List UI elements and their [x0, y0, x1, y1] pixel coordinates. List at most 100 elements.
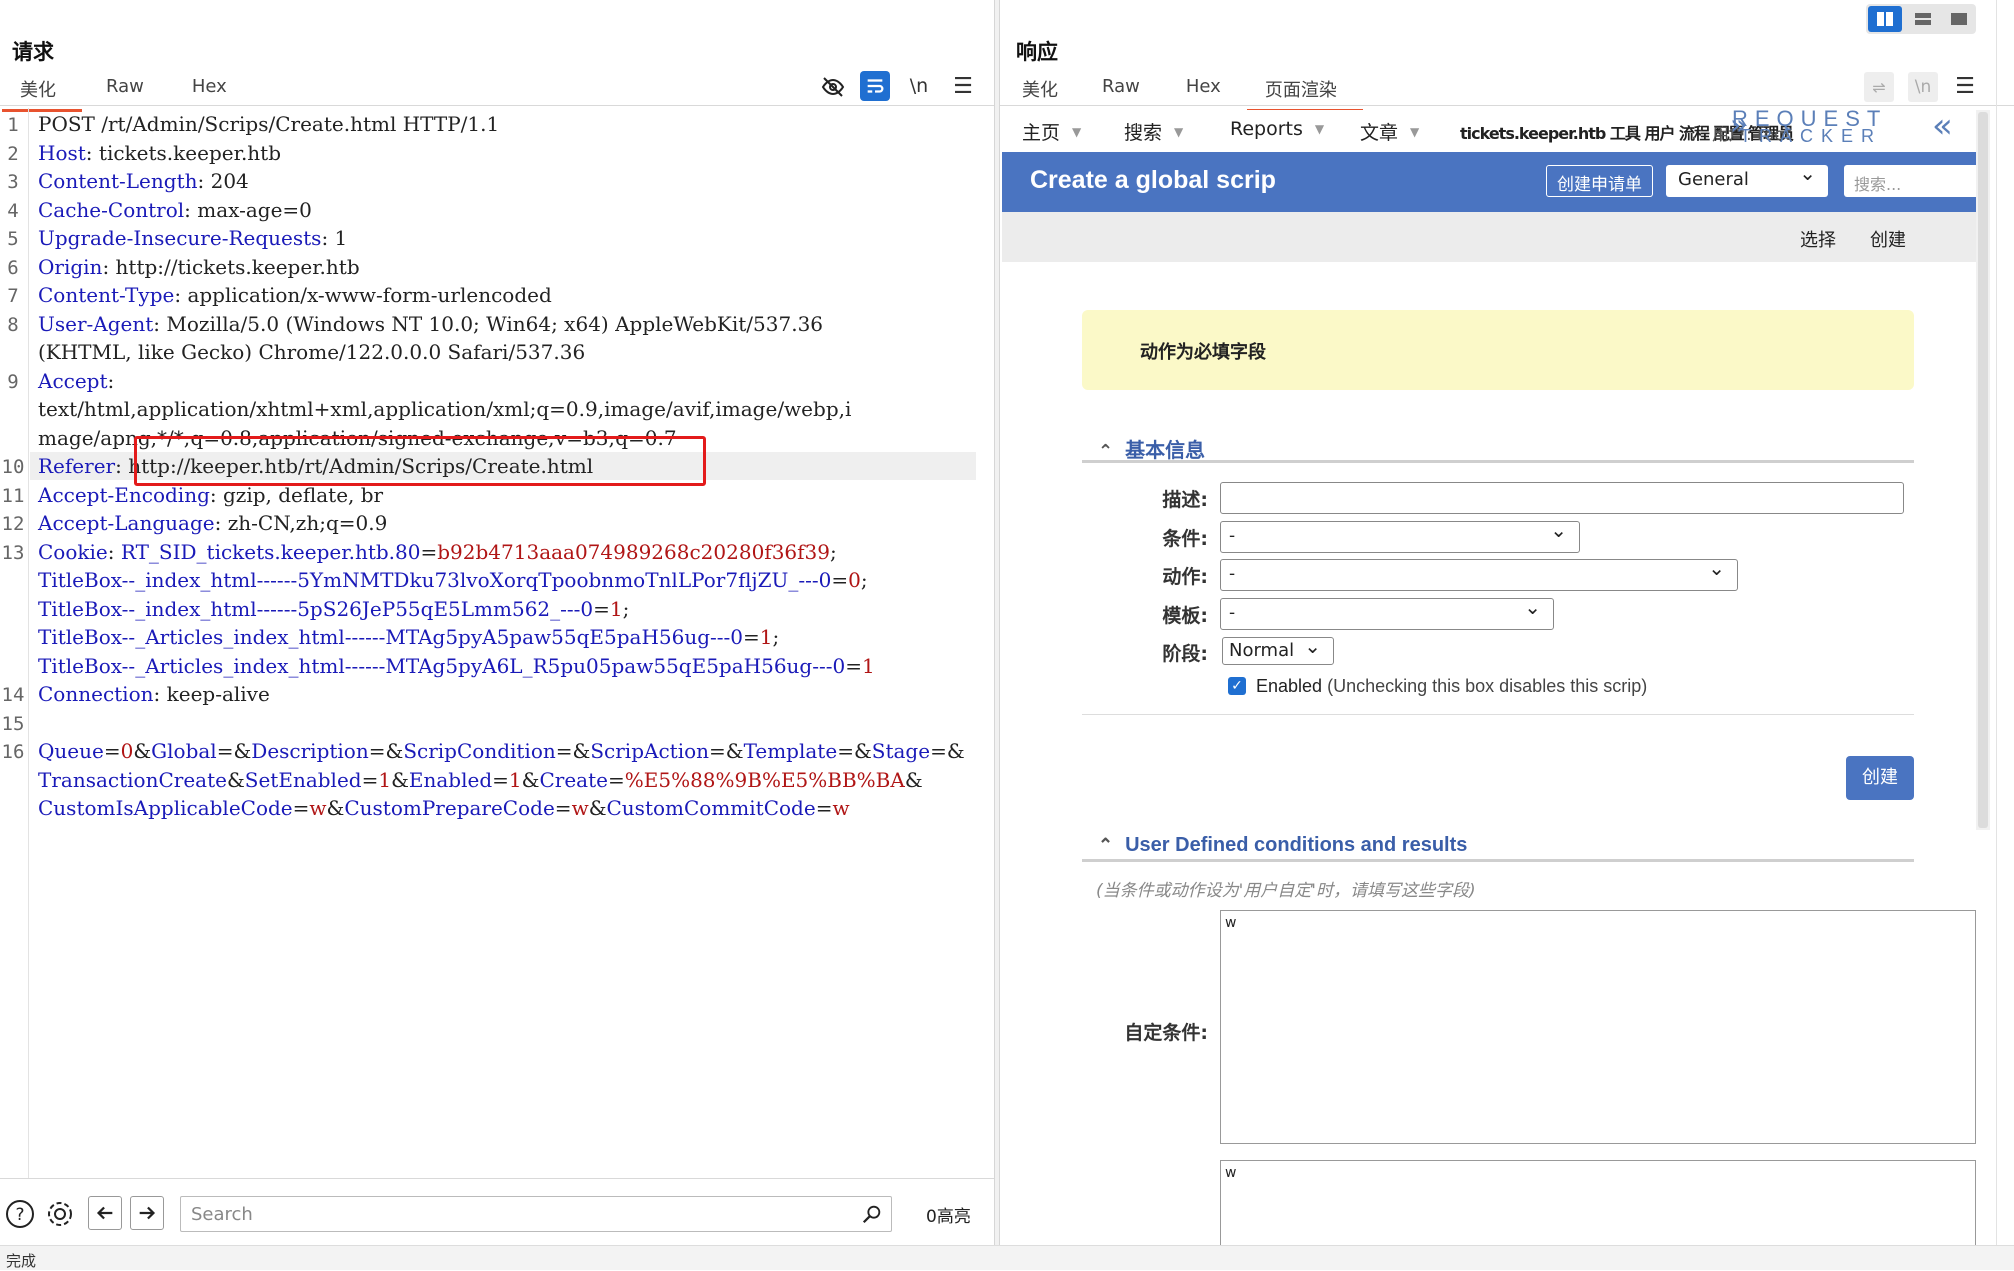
new-ticket-button[interactable]: 创建申请单 [1546, 165, 1653, 197]
line-number: 5 [7, 228, 19, 250]
rt-page-header: Create a global scrip 创建申请单 General 搜索..… [1002, 152, 1986, 212]
enabled-checkbox[interactable]: ✓ [1228, 677, 1246, 695]
prev-arrow-icon[interactable] [88, 1196, 122, 1230]
nav-reports[interactable]: Reports ▼ [1230, 118, 1324, 140]
code-line: TitleBox--_index_html------5pS26JeP55qE5… [38, 596, 630, 621]
param-name: Description [251, 739, 369, 763]
param-name: SetEnabled [244, 767, 362, 792]
line-gutter [28, 108, 29, 1178]
referer-highlight-box [134, 436, 706, 486]
param-value: w [309, 796, 327, 820]
sub-create[interactable]: 创建 [1870, 226, 1906, 252]
status-bar: 完成 [0, 1245, 2014, 1270]
code-line: Upgrade-Insecure-Requests: 1 [38, 226, 348, 250]
line-number: 16 [1, 741, 25, 763]
header-value: application/x-www-form-urlencoded [187, 283, 552, 307]
param-name: ScripCondition [403, 739, 556, 763]
rt-logo-bottom: TRACKER [1740, 126, 1883, 146]
nav-home[interactable]: 主页 ▼ [1022, 118, 1081, 145]
param-value: w [571, 796, 589, 820]
code-line: CustomIsApplicableCode=w&CustomPrepareCo… [38, 796, 850, 820]
custom-condition-label: 自定条件: [1124, 1022, 1208, 1044]
code-line: TransactionCreate&SetEnabled=1&Enabled=1… [38, 767, 923, 792]
header-value: gzip, deflate, br [223, 482, 384, 507]
code-line: Cache-Control: max-age=0 [38, 197, 312, 222]
enabled-label: Enabled [1256, 676, 1323, 696]
cookie-name: TitleBox--_index_html------5YmNMTDku73lv… [38, 568, 832, 592]
sub-select[interactable]: 选择 [1800, 226, 1836, 252]
condition-select[interactable]: - [1220, 518, 1580, 553]
code-text: text/html,application/xhtml+xml,applicat… [38, 397, 852, 421]
split-horizontal-icon[interactable] [1906, 6, 1940, 32]
collapse-icon[interactable]: « [1932, 106, 1953, 146]
newline-icon[interactable]: \n [1908, 72, 1938, 102]
description-label: 描述: [1162, 489, 1208, 511]
split-vertical-icon[interactable] [1868, 6, 1902, 32]
chevron-down-icon: ▼ [1410, 124, 1420, 139]
rt-search-input[interactable]: 搜索... [1844, 165, 1986, 197]
tab-divider [0, 105, 994, 106]
nav-articles-label: 文章 [1360, 122, 1399, 144]
line-number: 7 [7, 285, 19, 307]
logo-arrow-icon: » [1730, 108, 1748, 141]
create-button[interactable]: 创建 [1846, 756, 1914, 800]
custom-prepare-textarea[interactable]: w [1220, 1160, 1976, 1245]
search-placeholder: Search [191, 1204, 253, 1225]
enabled-text: Enabled (Unchecking this box disables th… [1256, 676, 1647, 697]
help-icon[interactable]: ? [4, 1198, 36, 1230]
menu-icon[interactable]: ☰ [948, 71, 978, 101]
action-select[interactable]: - [1220, 556, 1738, 591]
header-name: Referer [38, 454, 116, 478]
line-number: 1 [7, 114, 19, 136]
line-number: 12 [1, 513, 25, 535]
queue-select[interactable]: General [1666, 161, 1828, 197]
code-line: TitleBox--_Articles_index_html------MTAg… [38, 625, 780, 649]
alert-box: 动作为必填字段 [1082, 310, 1914, 390]
condition-label: 条件: [1162, 528, 1208, 550]
search-icon[interactable] [858, 1200, 886, 1228]
user-section-label: User Defined conditions and results [1125, 834, 1468, 856]
search-divider [0, 1178, 994, 1179]
next-arrow-icon[interactable] [130, 1196, 164, 1230]
code-line: Connection: keep-alive [38, 682, 270, 706]
header-name: Content-Length [38, 169, 198, 193]
template-select[interactable]: - [1220, 595, 1554, 630]
header-value: 204 [210, 169, 249, 193]
nav-search[interactable]: 搜索 ▼ [1124, 118, 1183, 145]
nav-articles[interactable]: 文章 ▼ [1360, 118, 1419, 145]
custom-condition-textarea[interactable]: w [1220, 910, 1976, 1144]
search-input[interactable]: Search [180, 1196, 892, 1232]
param-value: 1 [378, 767, 392, 792]
rt-scrollbar-thumb[interactable] [1978, 112, 1988, 828]
nav-reports-label: Reports [1230, 118, 1303, 140]
rt-nav-bar: 主页 ▼ 搜索 ▼ Reports ▼ 文章 ▼ tickets.keeper.htb … [1000, 106, 1980, 152]
single-pane-icon[interactable] [1942, 6, 1976, 32]
highlight-count: 0高亮 [926, 1207, 971, 1227]
header-value: Mozilla/5.0 (Windows NT 10.0; Win64; x64… [166, 311, 824, 336]
line-number: 15 [1, 712, 25, 735]
basic-section-title[interactable]: ⌃ 基本信息 [1098, 434, 1205, 463]
param-value: 0 [120, 739, 134, 763]
header-name: Connection [38, 682, 154, 706]
user-section-hint: (当条件或动作设为'用户自定'时，请填写这些字段) [1096, 881, 1476, 901]
cookie-name: RT_SID_tickets.keeper.htb.80 [120, 539, 421, 564]
line-number: 10 [1, 456, 25, 478]
action-value: - [1229, 564, 1236, 584]
stage-select[interactable]: Normal [1222, 634, 1334, 665]
status-text: 完成 [6, 1252, 37, 1270]
header-name: Accept-Language [38, 511, 215, 535]
eye-slash-icon[interactable] [818, 72, 848, 102]
gear-icon[interactable] [44, 1198, 76, 1230]
code-line: Content-Length: 204 [38, 169, 249, 193]
svg-text:?: ? [15, 1205, 24, 1225]
newline-icon[interactable]: \n [904, 71, 934, 101]
user-section-title[interactable]: ⌃ User Defined conditions and results [1098, 834, 1467, 857]
alert-text: 动作为必填字段 [1140, 342, 1266, 363]
chevron-down-icon: ▼ [1174, 124, 1184, 139]
condition-value: - [1229, 526, 1236, 546]
header-value: 1 [334, 226, 348, 250]
description-field[interactable] [1220, 482, 1904, 514]
wrap-icon[interactable]: ⇌ [1864, 72, 1894, 102]
menu-icon[interactable]: ☰ [1950, 71, 1980, 101]
wrap-icon[interactable] [860, 71, 890, 101]
